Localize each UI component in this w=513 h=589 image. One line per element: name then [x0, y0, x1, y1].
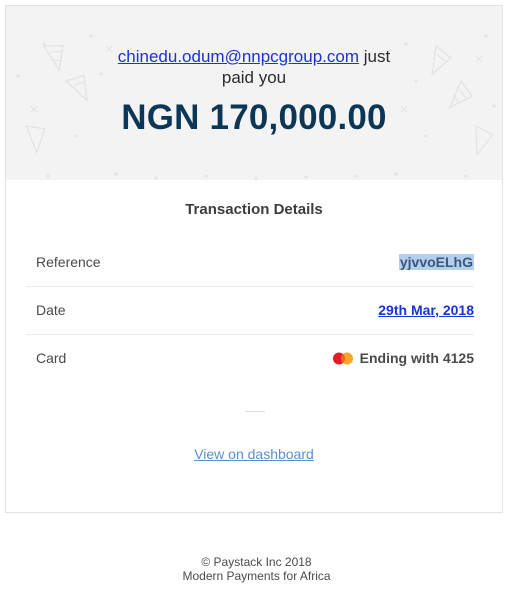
receipt-card: chinedu.odum@nnpcgroup.com just paid you… [5, 5, 503, 513]
confetti-pattern [16, 34, 496, 180]
card-label: Card [36, 350, 67, 366]
payment-hero: chinedu.odum@nnpcgroup.com just paid you… [6, 6, 502, 180]
reference-value: yjvvoELhG [398, 254, 474, 270]
reference-label: Reference [36, 254, 101, 270]
reference-value-text: yjvvoELhG [398, 254, 474, 270]
paid-you-text: paid you [221, 68, 287, 87]
card-value: Ending with 4125 [332, 350, 474, 366]
card-row: Card Ending with 4125 [26, 335, 474, 383]
view-on-dashboard-link[interactable]: View on dashboard [6, 446, 502, 462]
payer-line: chinedu.odum@nnpcgroup.com just [6, 47, 502, 67]
mastercard-icon [332, 352, 354, 365]
section-divider [245, 411, 265, 412]
payment-amount: NGN 170,000.00 [121, 98, 387, 137]
date-value-link[interactable]: 29th Mar, 2018 [378, 302, 474, 318]
card-ending-text: Ending with 4125 [359, 350, 474, 366]
date-label: Date [36, 302, 66, 318]
payer-email-link[interactable]: chinedu.odum@nnpcgroup.com [118, 47, 359, 66]
footer-tagline: Modern Payments for Africa [182, 569, 331, 583]
just-text: just [363, 47, 391, 66]
transaction-details-title: Transaction Details [185, 201, 323, 218]
date-row: Date 29th Mar, 2018 [26, 287, 474, 335]
footer-copyright: © Paystack Inc 2018 [201, 555, 312, 569]
reference-row: Reference yjvvoELhG [26, 239, 474, 287]
